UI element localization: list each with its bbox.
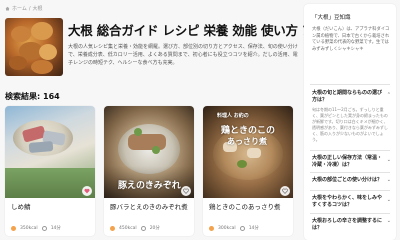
recipe-meta: 300kcal 14分 (209, 225, 259, 231)
photo-caption-top: 料理人 お約の (217, 113, 249, 119)
hero-image (5, 18, 63, 76)
recipe-card[interactable]: 豚えのきみぞれ 豚バラとえのきのみぞれ煮 450kcal 20分 (104, 106, 194, 236)
favorite-heart-icon[interactable] (280, 186, 290, 196)
recipe-time: 20分 (149, 226, 160, 231)
home-icon[interactable] (5, 6, 10, 11)
page-description: 大根の人気レシピ集と栄養・効能を網羅。選び方、部位別の切り方とアクセス、保存法、… (68, 44, 298, 66)
recipe-meta: 450kcal 20分 (110, 225, 160, 231)
chevron-down-icon[interactable]: ⌄ (387, 197, 391, 203)
trivia-sidebar: 「大根」豆知識 大根（だいこん）は、アブラナ科ダイコン属の植物で、日本で古くから… (304, 4, 396, 240)
breadcrumb-home[interactable]: ホーム (12, 5, 27, 12)
chevron-down-icon[interactable]: ⌄ (387, 157, 391, 163)
recipe-calories: 300kcal (218, 225, 236, 231)
main-content: ホーム / 大根 大根 総合ガイド レシピ 栄養 効能 使い方 アイデア 大根の… (0, 0, 351, 240)
faq-question[interactable]: 大根おろしの辛さを調整するには？ (312, 218, 384, 232)
recipe-photo[interactable] (5, 106, 95, 198)
recipe-time: 14分 (248, 226, 259, 231)
hero-section: 大根 総合ガイド レシピ 栄養 効能 使い方 アイデア 大根の人気レシピ集と栄養… (5, 18, 351, 76)
recipe-photo[interactable]: 料理人 お約の 鶏ときのこの あっさり煮 (203, 106, 293, 198)
faq-question[interactable]: 大根をやわらかく、味をしみやすくするコツは？ (312, 195, 384, 209)
divider (310, 190, 390, 191)
faq-answer: 旬は冬期の11〜2月ごろ。ずっしりと重く、葉がピンとした実が身の締まったものが新… (312, 107, 388, 142)
recipe-title[interactable]: 豚バラとえのきのみぞれ煮 (110, 203, 190, 212)
divider (310, 84, 390, 85)
recipe-time: 14分 (50, 226, 61, 231)
results-label: 検索結果: (5, 92, 41, 101)
divider (310, 150, 390, 151)
favorite-heart-icon[interactable] (181, 186, 191, 196)
sidebar-intro: 大根（だいこん）は、アブラナ科ダイコン属の植物で、日本で古くから栽培されている野… (312, 27, 390, 52)
recipe-title[interactable]: しめ鯖 (11, 203, 91, 212)
recipe-meta: 350kcal 14分 (11, 225, 61, 231)
photo-caption-main: 鶏ときのこの (221, 126, 276, 136)
chevron-down-icon[interactable]: ⌄ (387, 177, 391, 183)
recipe-title[interactable]: 鶏ときのこのあっさり煮 (209, 203, 289, 212)
clock-icon (41, 225, 47, 231)
recipe-calories: 450kcal (119, 225, 137, 231)
divider (310, 172, 390, 173)
results-number: 164 (43, 92, 60, 101)
clock-icon (140, 225, 146, 231)
favorite-heart-icon[interactable] (82, 186, 92, 196)
photo-caption: 豚えのきみぞれ (118, 181, 181, 191)
divider (310, 213, 390, 214)
faq-question[interactable]: 大根の旬と期間ならものの選び方は？ (312, 90, 384, 104)
recipe-card[interactable]: 料理人 お約の 鶏ときのこの あっさり煮 鶏ときのこのあっさり煮 300kcal… (203, 106, 293, 236)
calorie-icon (110, 225, 115, 231)
breadcrumb-separator: / (28, 5, 31, 12)
recipe-card[interactable]: しめ鯖 350kcal 14分 (5, 106, 95, 236)
breadcrumb-current: 大根 (32, 6, 43, 12)
chevron-up-icon[interactable]: ⌃ (387, 92, 391, 98)
recipe-photo[interactable]: 豚えのきみぞれ (104, 106, 194, 198)
calorie-icon (209, 225, 214, 231)
chevron-down-icon[interactable]: ⌄ (387, 218, 391, 224)
calorie-icon (11, 225, 16, 231)
results-count: 検索結果: 164 (5, 91, 60, 102)
faq-question[interactable]: 大根の部位ごとの使い分けは？ (312, 177, 384, 184)
clock-icon (239, 225, 245, 231)
photo-caption-bottom: あっさり煮 (227, 137, 267, 146)
sidebar-title: 「大根」豆知識 (312, 15, 351, 21)
breadcrumb: ホーム / 大根 (5, 5, 43, 12)
recipe-calories: 350kcal (20, 225, 38, 231)
faq-question[interactable]: 大根の正しい保存方法（常温・冷蔵・冷凍）は？ (312, 155, 384, 169)
